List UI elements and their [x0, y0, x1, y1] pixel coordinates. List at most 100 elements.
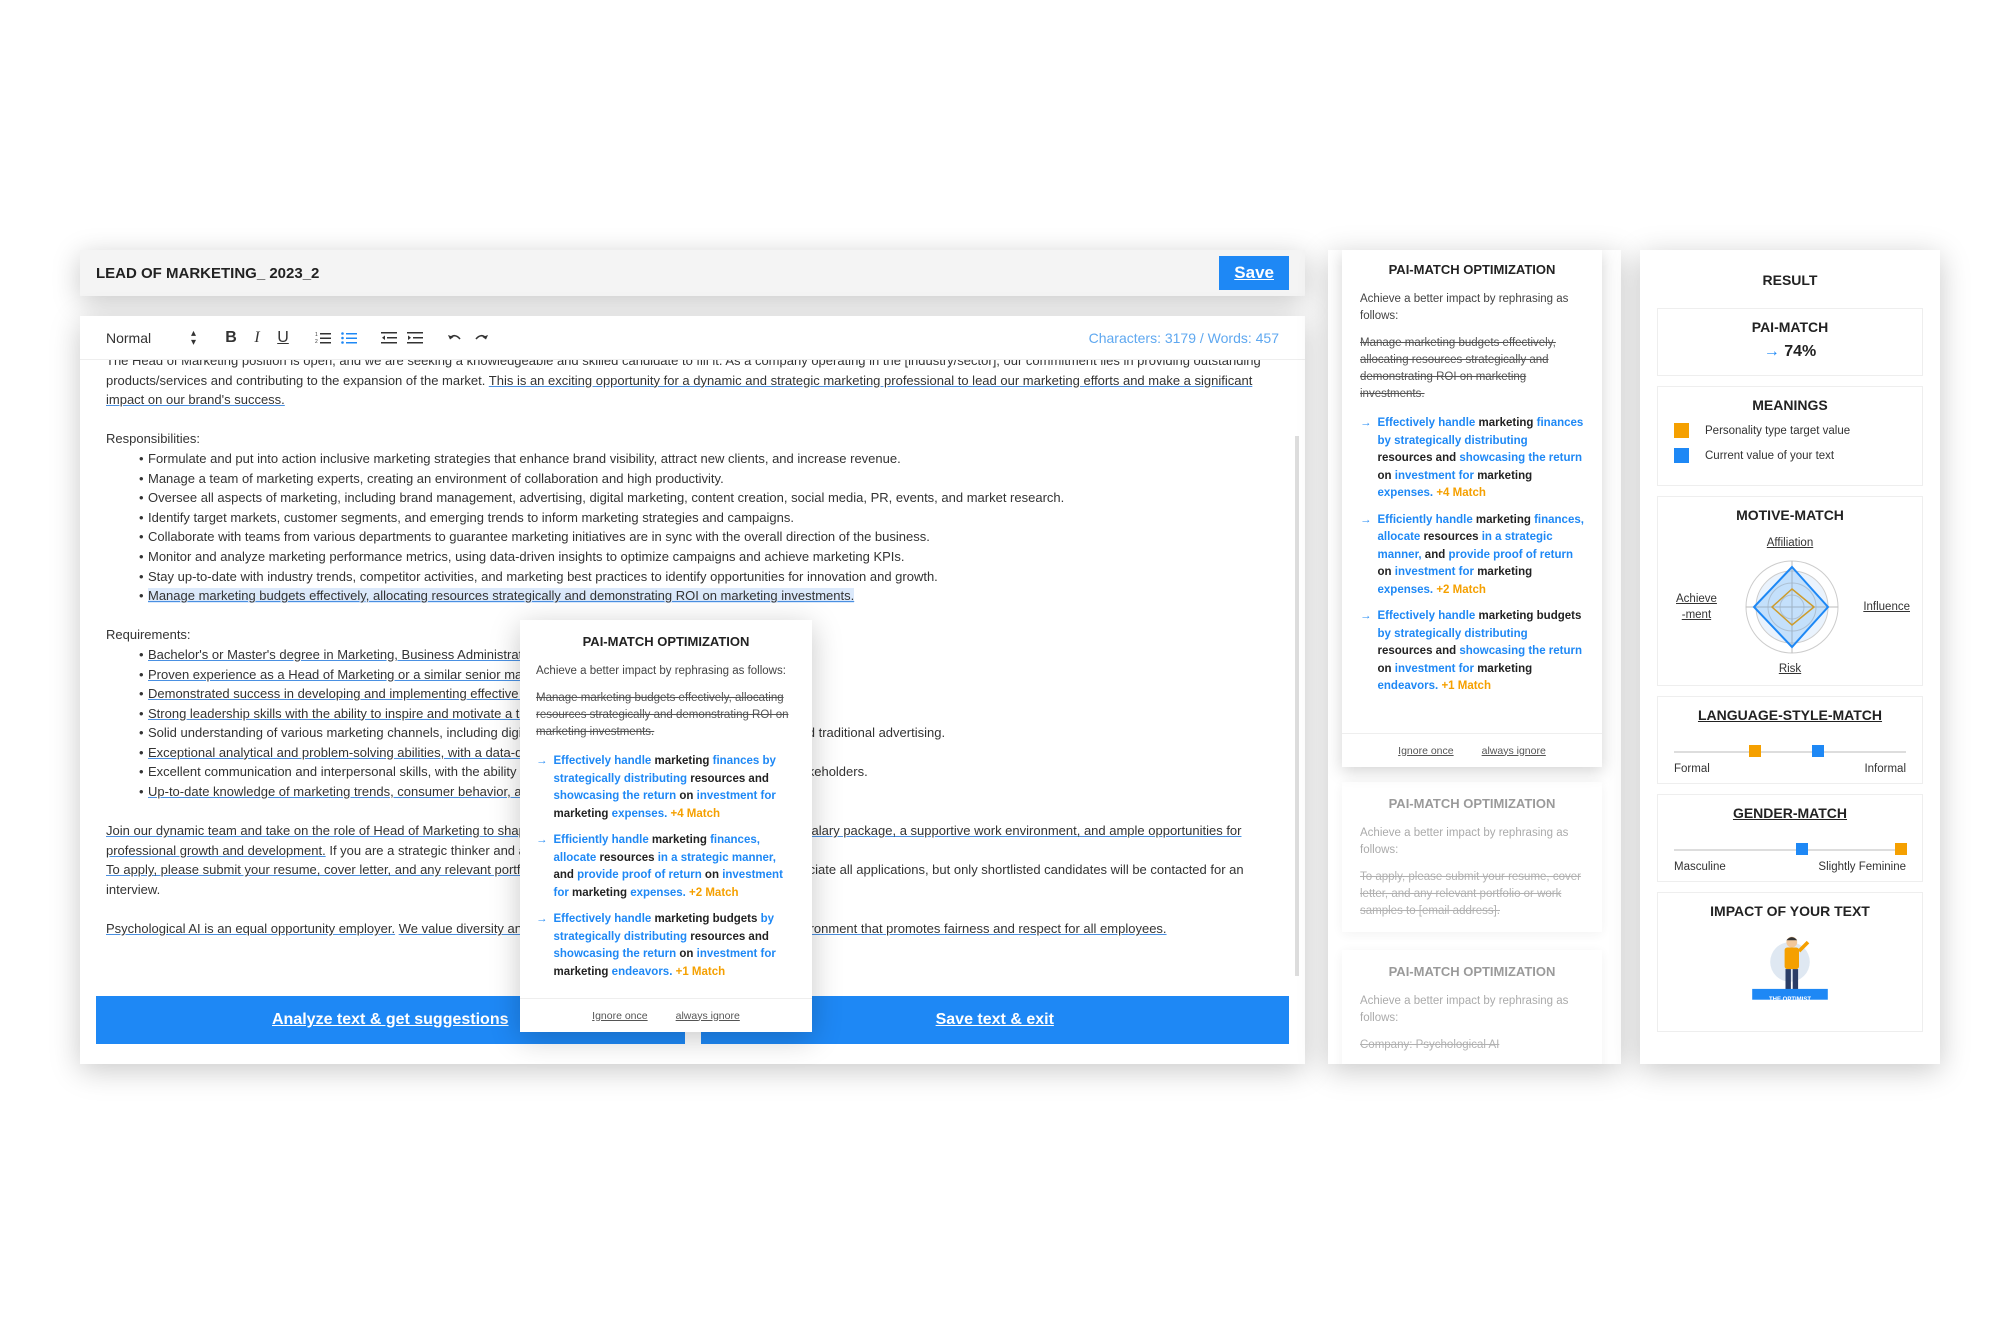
outdent-icon[interactable] [376, 326, 402, 350]
original-sentence: Manage marketing budgets effectively, al… [1360, 337, 1556, 400]
gender-match-box: GENDER-MATCH Masculine Slightly Feminine [1657, 794, 1923, 882]
list-item: Stay up-to-date with industry trends, co… [139, 567, 1265, 587]
editor-toolbar: Normal ▴ ▾ B I U 12 Characters: 3179 / Wo… [80, 316, 1305, 360]
list-item: Identify target markets, customer segmen… [139, 508, 1265, 528]
suggestion-card-active: PAI-MATCH OPTIMIZATION Achieve a better … [1342, 250, 1602, 767]
achievement-label: Achieve -ment [1676, 593, 1717, 621]
suggestions-column: PAI-MATCH OPTIMIZATION Achieve a better … [1328, 250, 1621, 1064]
suggestion-item[interactable]: → Effectively handle marketing budgets by… [1360, 608, 1584, 696]
document-title: LEAD OF MARKETING_ 2023_2 [96, 264, 320, 282]
pai-match-value: → 74% [1763, 343, 1817, 360]
always-ignore-link[interactable]: always ignore [676, 1010, 740, 1022]
suggestion-item[interactable]: → Effectively handle marketing finances b… [1360, 415, 1584, 503]
match-badge: +2 Match [1436, 583, 1486, 596]
suggestion-item[interactable]: → Effectively handle marketing finances b… [536, 753, 796, 823]
meanings-box: MEANINGS Personality type target value C… [1657, 386, 1923, 486]
match-badge: +4 Match [1436, 487, 1486, 499]
impact-label: IMPACT OF YOUR TEXT [1710, 903, 1870, 919]
arrow-right-icon: → [536, 913, 548, 925]
character-word-count: Characters: 3179 / Words: 457 [1088, 329, 1279, 346]
selected-flagged-sentence[interactable]: Manage marketing budgets effectively, al… [148, 588, 855, 604]
current-marker [1811, 745, 1824, 757]
responsibilities-list: Formulate and put into action inclusive … [106, 449, 1265, 606]
current-marker [1795, 843, 1808, 855]
motive-match-label: MOTIVE-MATCH [1736, 507, 1844, 523]
card-intro: Achieve a better impact by rephrasing as… [1360, 293, 1569, 322]
feminine-label: Slightly Feminine [1818, 861, 1906, 873]
italic-icon[interactable]: I [244, 326, 270, 350]
match-badge: +1 Match [1441, 680, 1491, 692]
suggestion-card[interactable]: PAI-MATCH OPTIMIZATION Achieve a better … [1342, 950, 1602, 1064]
indent-icon[interactable] [402, 326, 428, 350]
card-intro: Achieve a better impact by rephrasing as… [1360, 827, 1569, 856]
legend-target: Personality type target value [1674, 423, 1906, 438]
pai-match-label: PAI-MATCH [1751, 319, 1829, 335]
arrow-right-icon: → [1360, 417, 1372, 429]
suggestion-card[interactable]: PAI-MATCH OPTIMIZATION Achieve a better … [1342, 782, 1602, 932]
editor-scrollbar[interactable] [1295, 436, 1299, 976]
meanings-label: MEANINGS [1752, 397, 1828, 413]
arrow-right-icon: → [1360, 513, 1372, 526]
informal-label: Informal [1864, 763, 1906, 775]
redo-icon[interactable] [468, 326, 494, 350]
suggestion-popup: PAI-MATCH OPTIMIZATION Achieve a better … [520, 620, 812, 1032]
ignore-once-link[interactable]: Ignore once [592, 1010, 647, 1022]
popup-footer: Ignore once always ignore [520, 998, 812, 1032]
masculine-label: Masculine [1674, 861, 1726, 873]
save-button[interactable]: Save [1219, 256, 1289, 290]
result-panel: RESULT PAI-MATCH → 74% MEANINGS Personal… [1640, 250, 1940, 1064]
result-title: RESULT [1762, 272, 1818, 288]
svg-text:2: 2 [315, 339, 318, 345]
bold-icon[interactable]: B [218, 326, 244, 350]
impact-box: IMPACT OF YOUR TEXT THE OPTIMIST [1657, 892, 1923, 1032]
suggestion-item[interactable]: → Efficiently handle marketing finances, … [536, 832, 796, 902]
gender-slider [1674, 843, 1908, 855]
language-style-slider [1674, 745, 1906, 757]
match-badge: +4 Match [670, 807, 721, 820]
svg-text:1: 1 [315, 332, 318, 338]
language-style-label: LANGUAGE-STYLE-MATCH [1697, 707, 1883, 723]
card-heading: PAI-MATCH OPTIMIZATION [1388, 964, 1556, 979]
arrow-right-icon: → [1763, 343, 1780, 360]
legend-current: Current value of your text [1674, 448, 1906, 463]
language-style-box: LANGUAGE-STYLE-MATCH Formal Informal [1657, 696, 1923, 784]
list-item: Collaborate with teams from various depa… [139, 527, 1265, 547]
influence-label: Influence [1863, 601, 1910, 613]
suggestion-item[interactable]: → Efficiently handle marketing finances, … [1360, 512, 1584, 600]
always-ignore-link[interactable]: always ignore [1482, 745, 1546, 757]
responsibilities-heading: Responsibilities: [106, 431, 200, 447]
gender-match-label: GENDER-MATCH [1732, 805, 1848, 821]
match-badge: +1 Match [675, 965, 726, 978]
card-intro: Achieve a better impact by rephrasing as… [1360, 995, 1569, 1024]
original-sentence: Company: Psychological AI [1360, 1039, 1500, 1051]
popup-heading: PAI-MATCH OPTIMIZATION [582, 634, 750, 649]
style-select-value: Normal [106, 329, 152, 346]
list-item: Monitor and analyze marketing performanc… [139, 547, 1265, 567]
motive-radar-chart [1745, 560, 1839, 654]
original-sentence: Manage marketing budgets effectively, al… [536, 692, 789, 738]
underline-icon[interactable]: U [270, 326, 296, 350]
figure-caption: THE OPTIMIST [1769, 997, 1811, 1003]
card-heading: PAI-MATCH OPTIMIZATION [1388, 262, 1556, 277]
updown-icon: ▴ ▾ [190, 327, 196, 348]
ignore-once-link[interactable]: Ignore once [1398, 745, 1453, 757]
arrow-right-icon: → [536, 834, 548, 846]
ordered-list-icon[interactable]: 12 [310, 326, 336, 350]
orange-square-icon [1674, 423, 1689, 438]
undo-icon[interactable] [442, 326, 468, 350]
target-marker [1895, 843, 1908, 855]
current-shape [1752, 565, 1830, 649]
document-title-bar: LEAD OF MARKETING_ 2023_2 Save [80, 250, 1305, 296]
suggestion-item[interactable]: → Effectively handle marketing budgets by… [536, 911, 796, 981]
card-heading: PAI-MATCH OPTIMIZATION [1388, 796, 1556, 811]
flagged-sentence[interactable]: Psychological AI is an equal opportunity… [106, 921, 395, 936]
formal-label: Formal [1674, 763, 1710, 775]
style-select[interactable]: Normal ▴ ▾ [106, 327, 196, 348]
arrow-right-icon: → [1360, 610, 1372, 622]
bullet-list-icon[interactable] [336, 326, 362, 350]
list-item: Oversee all aspects of marketing, includ… [139, 488, 1265, 508]
risk-label: Risk [1778, 663, 1802, 675]
popup-intro: Achieve a better impact by rephrasing as… [536, 665, 786, 677]
target-marker [1749, 745, 1762, 757]
card-footer: Ignore once always ignore [1342, 733, 1602, 767]
